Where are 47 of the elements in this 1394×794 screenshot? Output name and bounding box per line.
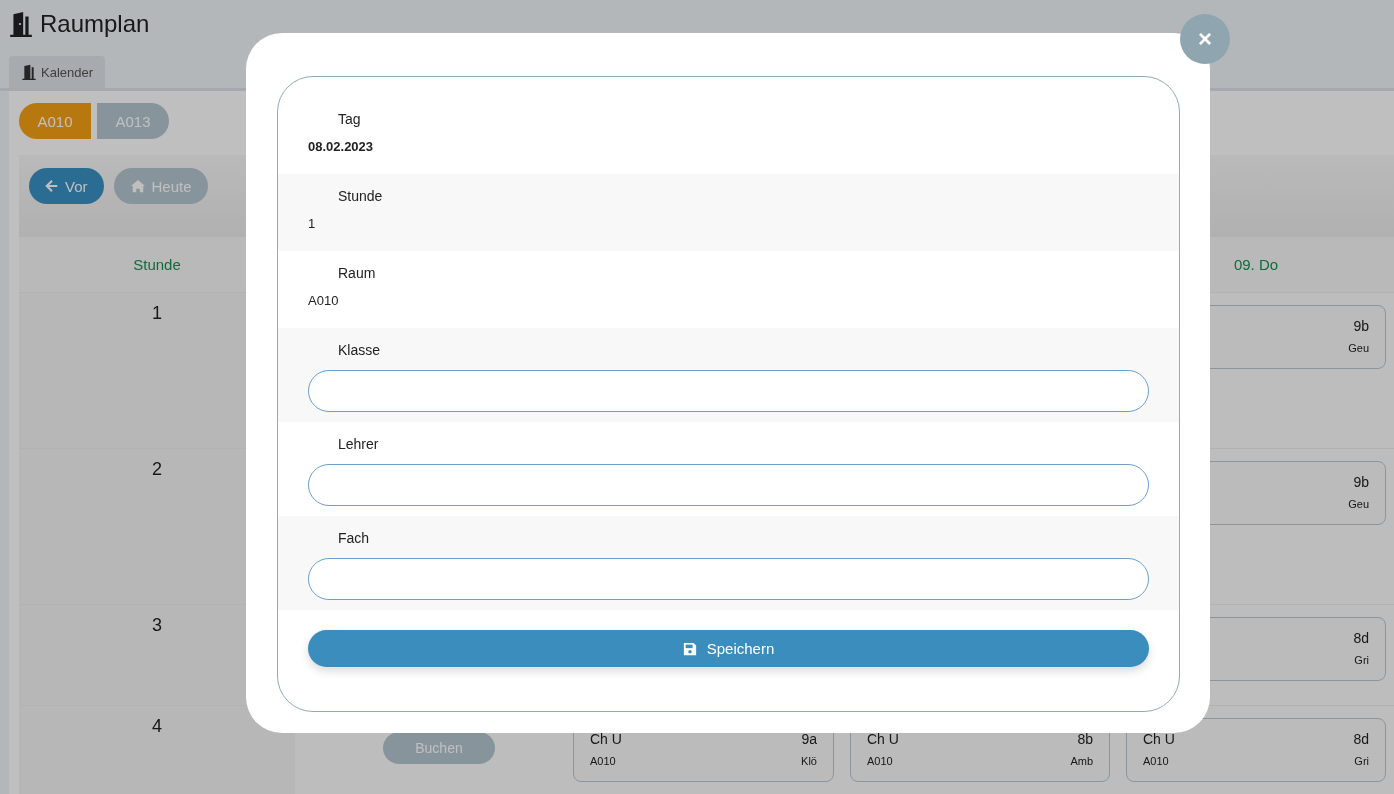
input-field[interactable] (308, 558, 1149, 600)
calendar-tab[interactable]: Kalender (9, 56, 106, 88)
class-name: 8d (1353, 731, 1369, 747)
save-icon (682, 641, 697, 656)
save-button[interactable]: Speichern (308, 630, 1149, 667)
field-value: 1 (308, 216, 317, 231)
door-icon (8, 11, 34, 37)
door-icon (21, 64, 37, 80)
lesson-card[interactable]: Ch U 8d A010 Gri (1126, 718, 1386, 782)
field-label: Raum (337, 265, 377, 281)
subject: Ch U (1143, 731, 1175, 747)
column-header: 09. Do (1233, 256, 1279, 273)
room-name: A010 (590, 755, 616, 767)
close-button[interactable]: × (1180, 14, 1230, 64)
field-label: Stunde (337, 188, 384, 204)
hour-number: 1 (152, 303, 162, 325)
class-name: 9b (1353, 474, 1369, 490)
column-header: Stunde (133, 256, 181, 273)
hour-number: 3 (152, 615, 162, 637)
subject: Ch U (867, 731, 899, 747)
back-button[interactable]: Vor (29, 168, 104, 204)
field-label: Klasse (337, 342, 382, 358)
hour-number: 4 (152, 716, 162, 738)
room-name: A010 (1143, 755, 1169, 767)
field-label: Lehrer (337, 436, 380, 452)
subject: Ch U (590, 731, 622, 747)
class-name: 9b (1353, 318, 1369, 334)
class-name: 8d (1353, 630, 1369, 646)
arrow-left-icon (45, 179, 59, 193)
field-value: A010 (308, 293, 340, 308)
field-value: 08.02.2023 (308, 139, 375, 154)
input-field[interactable] (308, 370, 1149, 412)
app-title: Raumplan (40, 10, 150, 38)
class-name: 8b (1077, 731, 1093, 747)
class-name: 9a (801, 731, 817, 747)
field-label: Fach (337, 530, 371, 546)
hour-number: 2 (152, 459, 162, 481)
teacher: Gri (1354, 755, 1369, 767)
teacher: Klö (801, 755, 817, 767)
teacher: Geu (1348, 498, 1369, 510)
teacher: Amb (1070, 755, 1093, 767)
home-icon (129, 179, 146, 193)
teacher: Geu (1348, 342, 1369, 354)
input-field[interactable] (308, 464, 1149, 506)
teacher: Gri (1354, 654, 1369, 666)
field-label: Tag (337, 111, 362, 127)
room-name: A010 (867, 755, 893, 767)
